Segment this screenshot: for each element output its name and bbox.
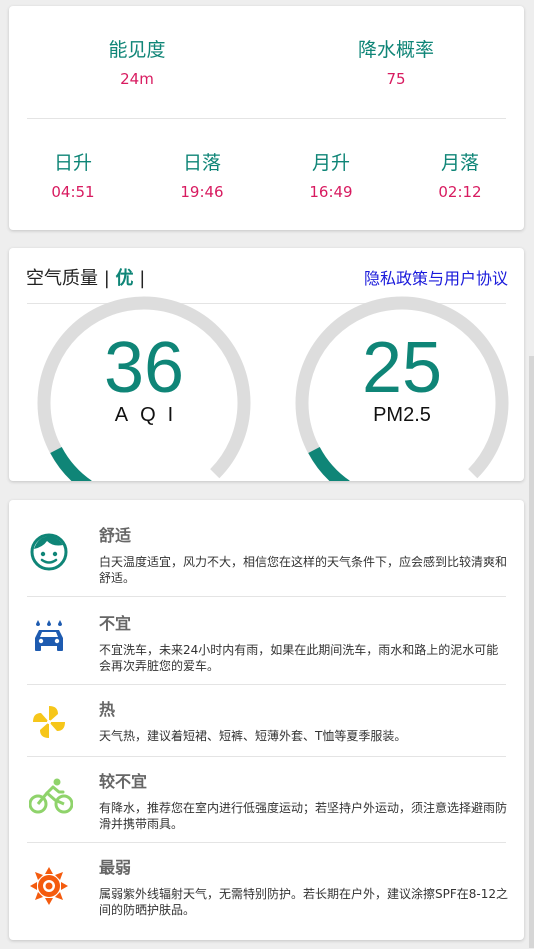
life-item-title: 热 (99, 700, 116, 719)
moonset-label: 月落 (440, 152, 479, 174)
air-quality-card: 空气质量 | 优 | 隐私政策与用户协议 36 AQI 25 PM2.5 (9, 248, 524, 481)
sun-uv-icon (29, 866, 69, 906)
sunrise-label: 日升 (53, 152, 92, 174)
life-item-sport[interactable]: 较不宜 有降水，推荐您在室内进行低强度运动；若坚持户外运动，须注意选择避雨防滑并… (9, 762, 524, 844)
divider (27, 118, 506, 119)
moonset-value: 02:12 (438, 183, 482, 201)
privacy-policy-link[interactable]: 隐私政策与用户协议 (364, 265, 508, 289)
life-item-text: 属弱紫外线辐射天气，无需特别防护。若长期在户外，建议涂擦SPF在8-12之间的防… (99, 887, 508, 917)
visibility-label: 能见度 (108, 39, 166, 61)
life-item-text: 有降水，推荐您在室内进行低强度运动；若坚持户外运动，须注意选择避雨防滑并携带雨具… (99, 801, 508, 831)
sunrise-stat: 日升 04:51 (33, 151, 113, 202)
pm25-gauge-fill (308, 446, 350, 481)
aqi-gauge: 36 AQI (29, 288, 259, 481)
life-item-title: 最弱 (99, 858, 132, 877)
moonrise-value: 16:49 (309, 183, 353, 201)
pm25-gauge: 25 PM2.5 (287, 288, 517, 481)
aqi-value: 36 (103, 328, 185, 408)
air-quality-title-text: 空气质量 | (26, 268, 116, 289)
divider (27, 756, 506, 757)
life-item-comfort[interactable]: 舒适 白天温度适宜，风力不大，相信您在这样的天气条件下，应会感到比较清爽和舒适。 (9, 514, 524, 596)
air-quality-title: 空气质量 | 优 | (26, 264, 145, 290)
life-item-title: 不宜 (99, 614, 132, 633)
scrollbar[interactable] (529, 356, 534, 948)
air-quality-level: 优 (115, 268, 134, 289)
life-item-title: 较不宜 (99, 772, 148, 791)
life-item-uv[interactable]: 最弱 属弱紫外线辐射天气，无需特别防护。若长期在户外，建议涂擦SPF在8-12之… (9, 848, 524, 936)
pinwheel-icon (29, 702, 69, 742)
divider (27, 684, 506, 685)
life-item-text: 天气热，建议着短裙、短裤、短薄外套、T恤等夏季服装。 (99, 729, 407, 743)
sunrise-value: 04:51 (51, 183, 95, 201)
aqi-unit: AQI (114, 404, 186, 426)
moonrise-stat: 月升 16:49 (291, 151, 371, 202)
precipitation-value: 75 (386, 70, 406, 88)
visibility-stat: 能见度 24m (72, 38, 202, 89)
life-item-text: 白天温度适宜，风力不大，相信您在这样的天气条件下，应会感到比较清爽和舒适。 (99, 555, 508, 585)
life-item-title: 舒适 (99, 526, 132, 545)
precipitation-stat: 降水概率 75 (331, 38, 461, 89)
visibility-value: 24m (120, 70, 154, 88)
moonset-stat: 月落 02:12 (420, 151, 500, 202)
divider (27, 842, 506, 843)
aqi-gauge-fill (50, 446, 92, 481)
weather-detail-card: 能见度 24m 降水概率 75 日升 04:51 日落 19:46 月升 16:… (9, 6, 524, 230)
air-quality-title-suffix: | (133, 268, 146, 289)
face-smile-icon (29, 532, 69, 572)
life-item-dressing[interactable]: 热 天气热，建议着短裙、短裤、短薄外套、T恤等夏季服装。 (9, 690, 524, 754)
car-wash-icon (29, 616, 69, 656)
life-item-car-wash[interactable]: 不宜 不宜洗车，未来24小时内有雨，如果在此期间洗车，雨水和路上的泥水可能会再次… (9, 602, 524, 684)
pm25-unit: PM2.5 (373, 404, 431, 426)
divider (27, 596, 506, 597)
life-index-card: 舒适 白天温度适宜，风力不大，相信您在这样的天气条件下，应会感到比较清爽和舒适。… (9, 500, 524, 940)
pm25-value: 25 (361, 328, 443, 408)
bicycle-icon (28, 776, 74, 816)
precipitation-label: 降水概率 (357, 39, 434, 61)
sunset-label: 日落 (182, 152, 221, 174)
sunset-value: 19:46 (180, 183, 224, 201)
moonrise-label: 月升 (311, 152, 350, 174)
sunset-stat: 日落 19:46 (162, 151, 242, 202)
life-item-text: 不宜洗车，未来24小时内有雨，如果在此期间洗车，雨水和路上的泥水可能会再次弄脏您… (99, 643, 499, 673)
